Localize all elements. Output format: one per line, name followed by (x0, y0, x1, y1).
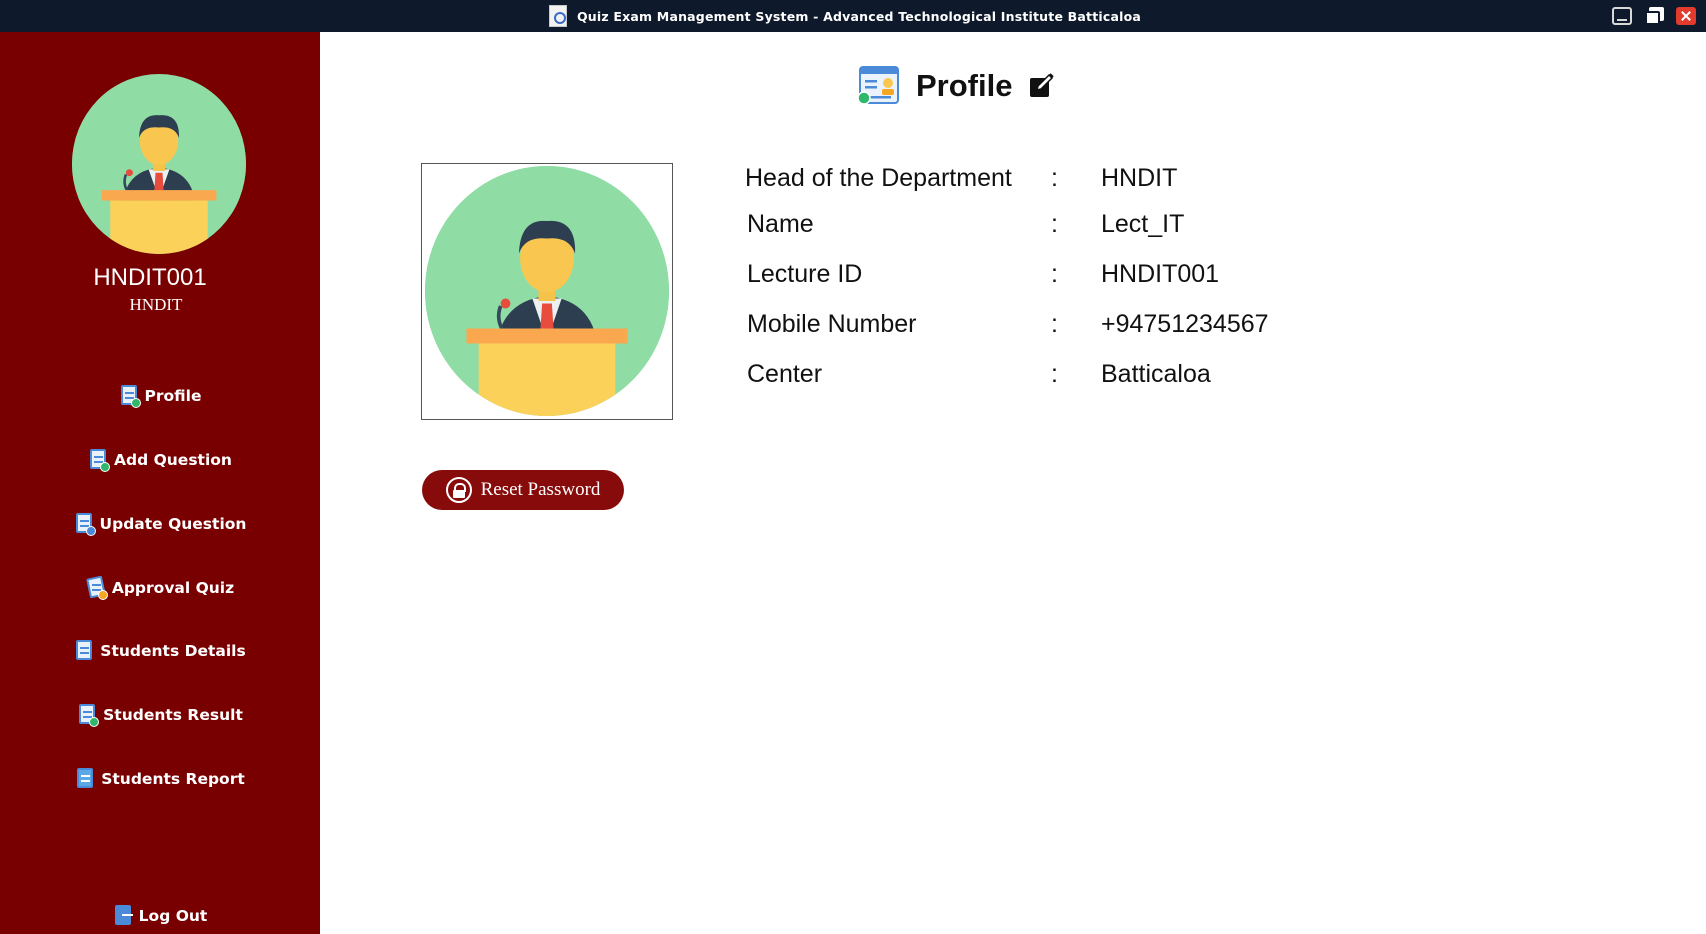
sidebar-item-label: Approval Quiz (111, 579, 235, 597)
page-heading: Profile (856, 64, 1056, 108)
sidebar-item-label: Students Result (103, 706, 243, 724)
edit-icon[interactable] (1028, 72, 1056, 100)
reset-password-label: Reset Password (480, 479, 601, 500)
profile-card-icon (856, 65, 900, 107)
students-report-icon (75, 767, 97, 791)
logout-label: Log Out (138, 907, 208, 925)
maximize-icon[interactable] (1645, 7, 1665, 25)
close-icon[interactable] (1676, 7, 1696, 25)
students-result-icon (77, 703, 100, 727)
sidebar-item-label: Add Question (114, 451, 232, 469)
add-question-icon (88, 448, 111, 472)
minimize-icon[interactable] (1612, 7, 1632, 25)
info-separator: : (1051, 360, 1058, 388)
sidebar-item-profile[interactable]: Profile (0, 379, 320, 413)
info-separator: : (1051, 164, 1058, 192)
profile-photo (425, 166, 669, 416)
window-title-bar: Quiz Exam Management System - Advanced T… (0, 0, 1706, 32)
students-details-icon (74, 639, 96, 663)
info-value: HNDIT001 (1101, 260, 1220, 288)
update-question-icon (74, 512, 96, 536)
info-separator: : (1051, 210, 1058, 238)
sidebar-item-students-details[interactable]: Students Details (0, 634, 320, 668)
sidebar-item-add-question[interactable]: Add Question (0, 443, 320, 477)
sidebar-item-label: Students Report (101, 770, 245, 788)
lecturer-at-podium-icon (72, 77, 246, 254)
logout-button[interactable]: Log Out (0, 899, 320, 933)
sidebar-user-id: HNDIT001 (93, 264, 207, 291)
logout-icon (113, 904, 135, 928)
info-separator: : (1051, 260, 1058, 288)
lock-reset-icon (445, 477, 472, 503)
page-title: Profile (916, 68, 1013, 103)
sidebar-item-label: Profile (144, 387, 202, 405)
sidebar-item-label: Update Question (99, 515, 247, 533)
profile-photo-frame (421, 163, 673, 420)
info-value: +94751234567 (1101, 310, 1269, 338)
info-value: HNDIT (1101, 164, 1178, 192)
sidebar-item-label: Students Details (100, 642, 246, 660)
info-label: Lecture ID (747, 260, 863, 288)
info-label: Mobile Number (747, 310, 917, 338)
lecturer-at-podium-icon (425, 166, 669, 416)
sidebar-user-department: HNDIT (129, 295, 183, 314)
info-value: Lect_IT (1101, 210, 1185, 238)
approval-quiz-icon (85, 575, 108, 600)
sidebar-item-approval-quiz[interactable]: Approval Quiz (0, 571, 320, 605)
app-logo-icon (548, 5, 567, 27)
reset-password-button[interactable]: Reset Password (422, 470, 624, 510)
sidebar: HNDIT001 HNDIT Profile Add Question Upda… (0, 32, 320, 934)
sidebar-item-update-question[interactable]: Update Question (0, 507, 320, 541)
info-label: Head of the Department (745, 164, 1012, 192)
user-avatar (72, 74, 246, 254)
info-label: Center (747, 360, 823, 388)
sidebar-item-students-report[interactable]: Students Report (0, 762, 320, 796)
info-value: Batticaloa (1101, 360, 1211, 388)
info-separator: : (1051, 310, 1058, 338)
window-title: Quiz Exam Management System - Advanced T… (576, 8, 1142, 24)
info-label: Name (747, 210, 814, 238)
sidebar-item-students-result[interactable]: Students Result (0, 698, 320, 732)
profile-icon (119, 384, 141, 408)
